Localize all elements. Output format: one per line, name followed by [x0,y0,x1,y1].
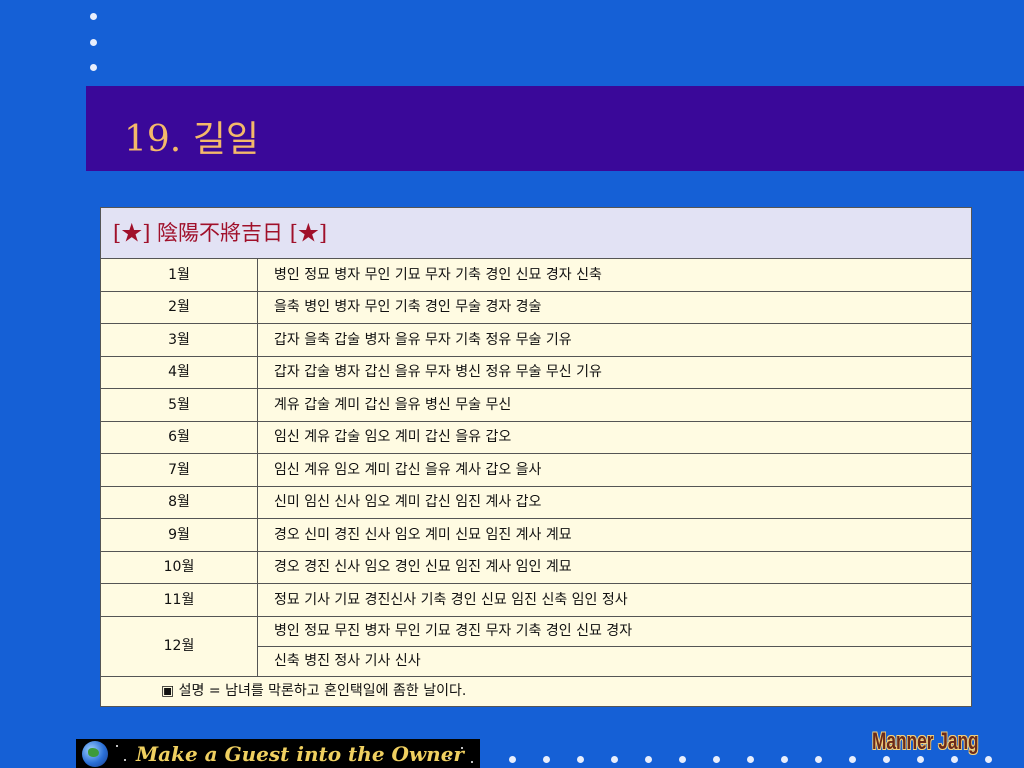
decor-dot [90,64,97,71]
star-icon [124,759,126,761]
days-cell: 을축 병인 병자 무인 기축 경인 무술 경자 경술 [257,290,972,324]
month-cell: 6월 [100,420,258,454]
month-cell: 7월 [100,453,258,487]
month-cell: 9월 [100,518,258,552]
decor-dot [985,756,992,763]
days-cell: 정묘 기사 기묘 경진신사 기축 경인 신묘 임진 신축 임인 정사 [257,583,972,617]
banner-text: Make a Guest into the Owner [136,742,464,766]
days-cell: 병인 정묘 병자 무인 기묘 무자 기축 경인 신묘 경자 신축 [257,258,972,292]
days-cell: 갑자 갑술 병자 갑신 을유 무자 병신 정유 무술 무신 기유 [257,355,972,389]
decor-dot [917,756,924,763]
table-header-row: [★] 陰陽不將吉日 [★] [100,207,972,259]
month-cell: 2월 [100,290,258,324]
table-row: 5월 계유 갑술 계미 갑신 을유 병신 무술 무신 [100,388,972,422]
decor-dot [90,39,97,46]
days-cell: 갑자 을축 갑술 병자 을유 무자 기축 정유 무술 기유 [257,323,972,357]
days-cell: 경오 경진 신사 임오 경인 신묘 임진 계사 임인 계묘 [257,550,972,584]
table-row: 6월 임신 계유 갑술 임오 계미 갑신 을유 갑오 [100,420,972,454]
table-row: 4월 갑자 갑술 병자 갑신 을유 무자 병신 정유 무술 무신 기유 [100,355,972,389]
month-cell: 3월 [100,323,258,357]
decor-dot [713,756,720,763]
decor-dot [951,756,958,763]
table-row: 9월 경오 신미 경진 신사 임오 계미 신묘 임진 계사 계묘 [100,518,972,552]
star-icon [471,761,473,763]
days-cell: 임신 계유 갑술 임오 계미 갑신 을유 갑오 [257,420,972,454]
table-row: 8월 신미 임신 신사 임오 계미 갑신 임진 계사 갑오 [100,485,972,519]
title-band: 19. 길일 [86,86,1024,171]
month-cell: 8월 [100,485,258,519]
decor-dot [781,756,788,763]
decor-dot [849,756,856,763]
decor-dot [883,756,890,763]
decor-dot [645,756,652,763]
footer-banner: Make a Guest into the Owner [76,739,480,768]
decor-dot [679,756,686,763]
star-icon [116,745,118,747]
decor-dot [90,13,97,20]
globe-icon [82,741,108,767]
table-row: 10월 경오 경진 신사 임오 경인 신묘 임진 계사 임인 계묘 [100,550,972,584]
lucky-days-table: [★] 陰陽不將吉日 [★] 1월 병인 정묘 병자 무인 기묘 무자 기축 경인… [100,207,972,707]
table-row: 1월 병인 정묘 병자 무인 기묘 무자 기축 경인 신묘 경자 신축 [100,258,972,292]
table-header: [★] 陰陽不將吉日 [★] [100,207,972,259]
table-note-row: ▣ 설명 = 남녀를 막론하고 혼인택일에 좀한 날이다. [100,675,972,707]
table-note: ▣ 설명 = 남녀를 막론하고 혼인택일에 좀한 날이다. [100,675,972,707]
decor-dot [543,756,550,763]
days-cell: 임신 계유 임오 계미 갑신 을유 계사 갑오 을사 [257,453,972,487]
table-row: 11월 정묘 기사 기묘 경진신사 기축 경인 신묘 임진 신축 임인 정사 [100,583,972,617]
month-cell: 11월 [100,583,258,617]
month-cell: 1월 [100,258,258,292]
decor-dot [509,756,516,763]
days-cell: 신축 병진 정사 기사 신사 [257,645,972,677]
slide-title: 19. 길일 [124,119,259,160]
days-cell: 신미 임신 신사 임오 계미 갑신 임진 계사 갑오 [257,485,972,519]
days-cell: 병인 정묘 무진 병자 무인 기묘 경진 무자 기축 경인 신묘 경자 [257,615,972,647]
month-cell: 12월 [100,615,258,677]
days-cell: 계유 갑술 계미 갑신 을유 병신 무술 무신 [257,388,972,422]
table-row: 7월 임신 계유 임오 계미 갑신 을유 계사 갑오 을사 [100,453,972,487]
table-row: 12월 병인 정묘 무진 병자 무인 기묘 경진 무자 기축 경인 신묘 경자 [100,615,972,677]
decor-dot [577,756,584,763]
decor-dot [747,756,754,763]
table-row: 3월 갑자 을축 갑술 병자 을유 무자 기축 정유 무술 기유 [100,323,972,357]
month-cell: 10월 [100,550,258,584]
month-cell: 5월 [100,388,258,422]
decor-dot [611,756,618,763]
days-cell: 경오 신미 경진 신사 임오 계미 신묘 임진 계사 계묘 [257,518,972,552]
decor-dot [815,756,822,763]
author-signature: Manner Jang [872,728,979,755]
month-cell: 4월 [100,355,258,389]
table-row: 2월 을축 병인 병자 무인 기축 경인 무술 경자 경술 [100,290,972,324]
